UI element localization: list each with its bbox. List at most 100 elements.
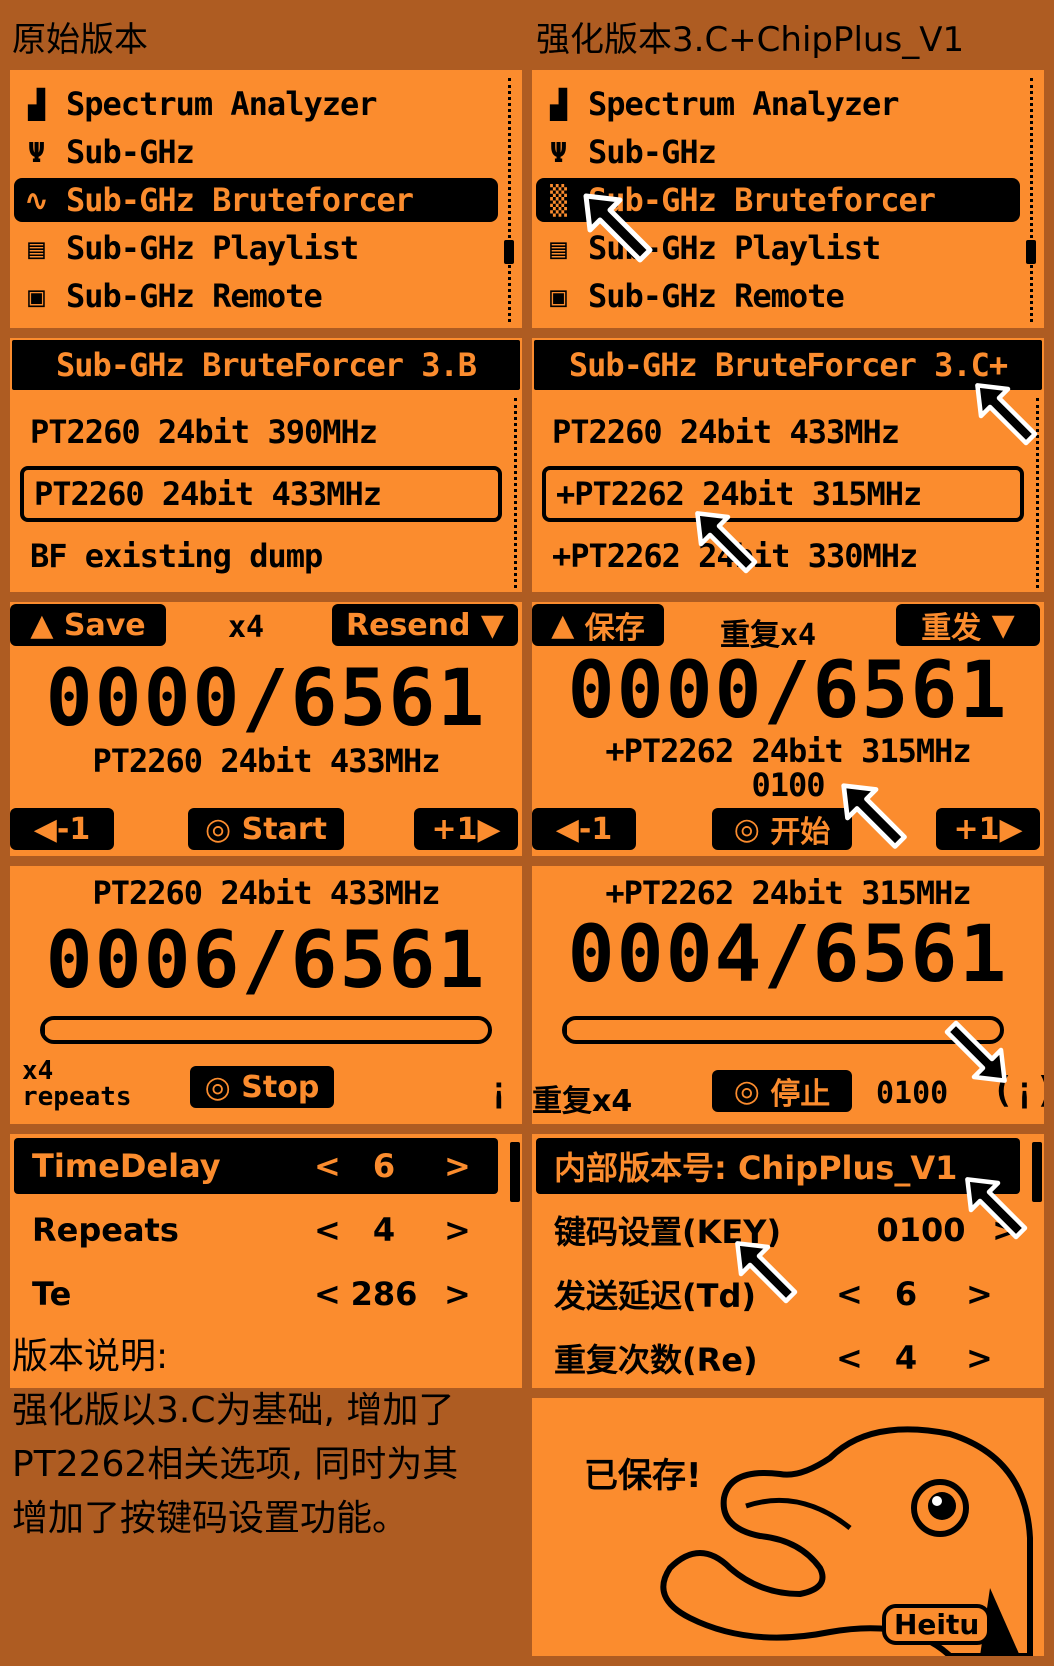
notes-line: 强化版以3.C为基础, 增加了 [12, 1390, 455, 1431]
ok-circle-icon: ◎ [205, 811, 242, 847]
arrow-left-icon[interactable]: < [314, 1147, 341, 1185]
setting-row-repeats[interactable]: Repeats < 4 > [14, 1202, 498, 1258]
protocol-panel-enhanced: Sub-GHz BruteForcer 3.C+ PT2260 24bit 43… [532, 338, 1044, 592]
minus-one-button[interactable]: ◀ -1 [532, 808, 636, 850]
settings-panel-enhanced: 内部版本号: ChipPlus_V1 键码设置(KEY) 0100 > 发送延迟… [532, 1134, 1044, 1388]
triangle-up-icon: ▲ [551, 607, 585, 643]
version-notes: 版本说明: 强化版以3.C为基础, 增加了 PT2262相关选项, 同时为其 增… [12, 1330, 512, 1546]
pointer-arrow-icon [735, 1241, 798, 1304]
spectrum-icon: ▟ [550, 87, 567, 121]
menu-item-remote[interactable]: ▣ Sub-GHz Remote [14, 274, 498, 318]
app-title-bar: Sub-GHz BruteForcer 3.C+ [534, 340, 1042, 390]
minus-one-button[interactable]: ◀ -1 [10, 808, 114, 850]
arrow-left-icon[interactable]: < [836, 1275, 863, 1313]
triangle-right-icon: ▶ [477, 811, 501, 847]
arrow-right-icon[interactable]: > [444, 1147, 471, 1185]
attack-counter: 0004/6561 [567, 910, 1009, 1000]
start-button[interactable]: ◎ 开始 [712, 808, 852, 850]
remote-icon: ▣ [550, 279, 567, 313]
attack-ready-panel-original: ▲ Save x4 Resend ▼ 0000/6561 PT2260 24bi… [10, 602, 522, 856]
arrow-left-icon[interactable]: < [836, 1339, 863, 1377]
setting-row-timedelay[interactable]: TimeDelay < 6 > [14, 1138, 498, 1194]
menu-panel-enhanced: ▟ Spectrum Analyzer Ψ Sub-GHz ▒ Sub-GHz Bru… [532, 70, 1044, 328]
protocol-panel-original: Sub-GHz BruteForcer 3.B PT2260 24bit 390… [10, 338, 522, 592]
repeat-count: x4 [228, 610, 265, 645]
pointer-arrow-icon [975, 383, 1038, 446]
menu-item-bruteforcer[interactable]: ∿ Sub-GHz Bruteforcer [14, 178, 498, 222]
protocol-option[interactable]: PT2260 24bit 433MHz [542, 404, 1024, 460]
checker-icon: ▒ [550, 183, 567, 217]
key-code: 0100 [751, 766, 825, 804]
protocol-option[interactable]: PT2260 24bit 390MHz [20, 404, 502, 460]
resend-button[interactable]: 重发 ▼ [896, 604, 1040, 646]
pointer-arrow-icon [841, 783, 907, 849]
protocol-label: +PT2262 24bit 315MHz [605, 874, 971, 912]
notes-title: 版本说明: [12, 1336, 169, 1377]
remote-icon: ▣ [28, 279, 45, 313]
save-button[interactable]: ▲ Save [10, 604, 166, 646]
triangle-left-icon: ◀ [555, 811, 579, 847]
start-button[interactable]: ◎ Start [188, 808, 344, 850]
header-enhanced: 强化版本3.C+ChipPlus_V1 [536, 20, 965, 60]
protocol-label: PT2260 24bit 433MHz [92, 874, 440, 912]
arrow-right-icon[interactable]: > [966, 1339, 993, 1377]
saved-panel: 已保存! Heitu [532, 1398, 1044, 1656]
triangle-down-icon: ▼ [470, 607, 504, 643]
ok-circle-icon: ◎ [204, 1069, 242, 1105]
playlist-icon: ▤ [550, 231, 567, 265]
triangle-left-icon: ◀ [33, 811, 57, 847]
menu-item-spectrum[interactable]: ▟ Spectrum Analyzer [536, 82, 1020, 126]
repeats-count: x4 [22, 1056, 54, 1086]
attack-counter: 0000/6561 [567, 646, 1009, 736]
attack-running-panel-original: PT2260 24bit 433MHz 0006/6561 x4 repeats… [10, 866, 522, 1124]
menu-item-subghz[interactable]: Ψ Sub-GHz [14, 130, 498, 174]
menu-item-playlist[interactable]: ▤ Sub-GHz Playlist [14, 226, 498, 270]
arrow-left-icon[interactable]: < [314, 1211, 341, 1249]
menu-item-remote[interactable]: ▣ Sub-GHz Remote [536, 274, 1020, 318]
menu-item-subghz[interactable]: Ψ Sub-GHz [536, 130, 1020, 174]
setting-row-repeat-count[interactable]: 重复次数(Re) < 4 > [536, 1330, 1020, 1386]
stop-button[interactable]: ◎ Stop [190, 1066, 334, 1108]
ok-circle-icon: ◎ [733, 811, 771, 847]
menu-scroll-thumb[interactable] [1026, 240, 1036, 264]
repeats-label: repeats [22, 1082, 132, 1112]
settings-scroll-thumb[interactable] [510, 1142, 520, 1202]
protocol-label: +PT2262 24bit 315MHz [605, 732, 971, 770]
protocol-label: PT2260 24bit 433MHz [92, 742, 440, 780]
triangle-up-icon: ▲ [30, 607, 64, 643]
pointer-arrow-icon [695, 511, 758, 574]
menu-scrollbar[interactable] [508, 78, 515, 322]
build-version-header: 内部版本号: ChipPlus_V1 [536, 1138, 1020, 1194]
antenna-icon: Ψ [28, 135, 45, 169]
protocol-option[interactable]: +PT2262 24bit 330MHz [542, 528, 1024, 584]
attack-counter: 0000/6561 [45, 654, 487, 744]
triangle-right-icon: ▶ [999, 811, 1023, 847]
resend-button[interactable]: Resend ▼ [332, 604, 518, 646]
protocol-option-selected[interactable]: +PT2262 24bit 315MHz [542, 466, 1024, 522]
repeats-count: 重复x4 [532, 1084, 633, 1119]
plus-one-button[interactable]: +1 ▶ [936, 808, 1040, 850]
plus-one-button[interactable]: +1 ▶ [414, 808, 518, 850]
signal-indicator-icon: ¡ [488, 1070, 510, 1111]
ok-circle-icon: ◎ [733, 1073, 771, 1109]
menu-panel-original: ▟ Spectrum Analyzer Ψ Sub-GHz ∿ Sub-GHz Bru… [10, 70, 522, 328]
setting-row-te[interactable]: Te < 286 > [14, 1266, 498, 1322]
menu-scrollbar[interactable] [1030, 78, 1037, 322]
pointer-arrow-icon [583, 193, 653, 263]
protocol-scrollbar[interactable] [514, 398, 521, 588]
pointer-arrow-icon [944, 1020, 1007, 1083]
antenna-icon: Ψ [550, 135, 567, 169]
stop-button[interactable]: ◎ 停止 [712, 1070, 852, 1112]
wave-icon: ∿ [24, 183, 48, 217]
arrow-right-icon[interactable]: > [966, 1275, 993, 1313]
protocol-option[interactable]: BF existing dump [20, 528, 502, 584]
menu-item-spectrum[interactable]: ▟ Spectrum Analyzer [14, 82, 498, 126]
arrow-right-icon[interactable]: > [444, 1275, 471, 1313]
arrow-left-icon[interactable]: < [314, 1275, 341, 1313]
arrow-right-icon[interactable]: > [444, 1211, 471, 1249]
save-button[interactable]: ▲ 保存 [532, 604, 664, 646]
notes-line: 增加了按键码设置功能。 [12, 1498, 409, 1539]
protocol-option-selected[interactable]: PT2260 24bit 433MHz [20, 466, 502, 522]
menu-scroll-thumb[interactable] [504, 240, 514, 264]
notes-line: PT2262相关选项, 同时为其 [12, 1444, 459, 1485]
